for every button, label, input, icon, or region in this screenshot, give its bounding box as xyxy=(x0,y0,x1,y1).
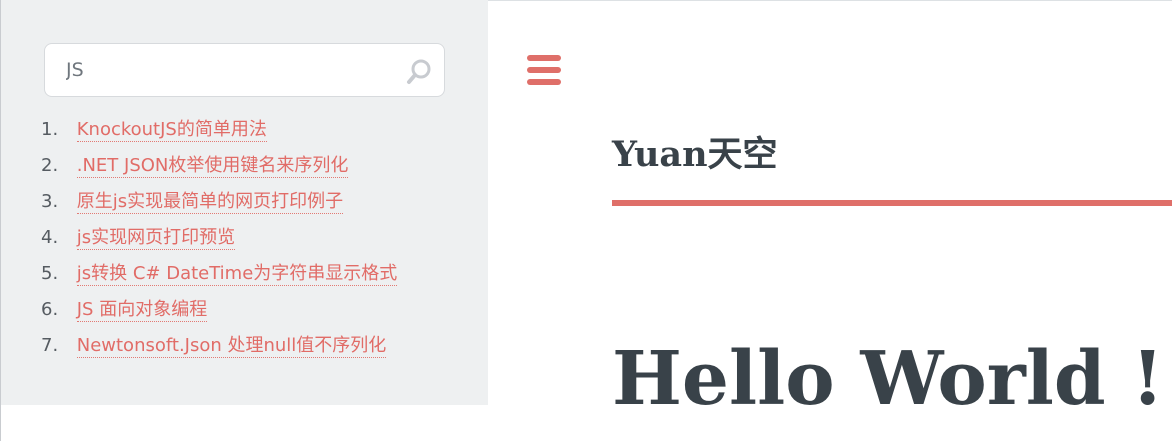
result-number: 4. xyxy=(41,227,59,248)
search-sidebar: 1. KnockoutJS的简单用法 2. .NET JSON枚举使用键名来序列… xyxy=(1,0,488,405)
site-title-divider xyxy=(612,200,1172,206)
search-result-link[interactable]: .NET JSON枚举使用键名来序列化 xyxy=(76,155,349,178)
hamburger-menu-icon[interactable] xyxy=(527,55,561,86)
search-result-item: 3. 原生js实现最简单的网页打印例子 xyxy=(41,189,461,225)
search-input[interactable] xyxy=(45,44,385,96)
search-result-item: 2. .NET JSON枚举使用键名来序列化 xyxy=(41,153,461,189)
search-result-link[interactable]: 原生js实现最简单的网页打印例子 xyxy=(76,191,344,214)
main-content: Yuan天空 Hello World ! xyxy=(488,0,1172,441)
search-result-item: 4. js实现网页打印预览 xyxy=(41,225,461,261)
result-number: 7. xyxy=(41,335,59,356)
search-result-item: 1. KnockoutJS的简单用法 xyxy=(41,117,461,153)
post-title[interactable]: Hello World ! xyxy=(612,327,1164,431)
search-result-item: 7. Newtonsoft.Json 处理null值不序列化 xyxy=(41,333,461,369)
search-result-link[interactable]: Newtonsoft.Json 处理null值不序列化 xyxy=(76,335,387,358)
search-icon[interactable] xyxy=(405,58,433,86)
search-result-link[interactable]: js实现网页打印预览 xyxy=(76,227,236,250)
result-number: 5. xyxy=(41,263,59,284)
search-result-item: 5. js转换 C# DateTime为字符串显示格式 xyxy=(41,261,461,297)
result-number: 1. xyxy=(41,119,59,140)
search-result-link[interactable]: js转换 C# DateTime为字符串显示格式 xyxy=(76,263,398,286)
result-number: 3. xyxy=(41,191,59,212)
search-result-link[interactable]: JS 面向对象编程 xyxy=(76,299,208,322)
search-result-link[interactable]: KnockoutJS的简单用法 xyxy=(76,119,267,142)
search-results-list: 1. KnockoutJS的简单用法 2. .NET JSON枚举使用键名来序列… xyxy=(41,117,461,369)
result-number: 6. xyxy=(41,299,59,320)
search-box[interactable] xyxy=(44,43,445,97)
search-result-item: 6. JS 面向对象编程 xyxy=(41,297,461,333)
blog-page: 1. KnockoutJS的简单用法 2. .NET JSON枚举使用键名来序列… xyxy=(0,0,1172,441)
result-number: 2. xyxy=(41,155,59,176)
site-title[interactable]: Yuan天空 xyxy=(612,131,778,179)
